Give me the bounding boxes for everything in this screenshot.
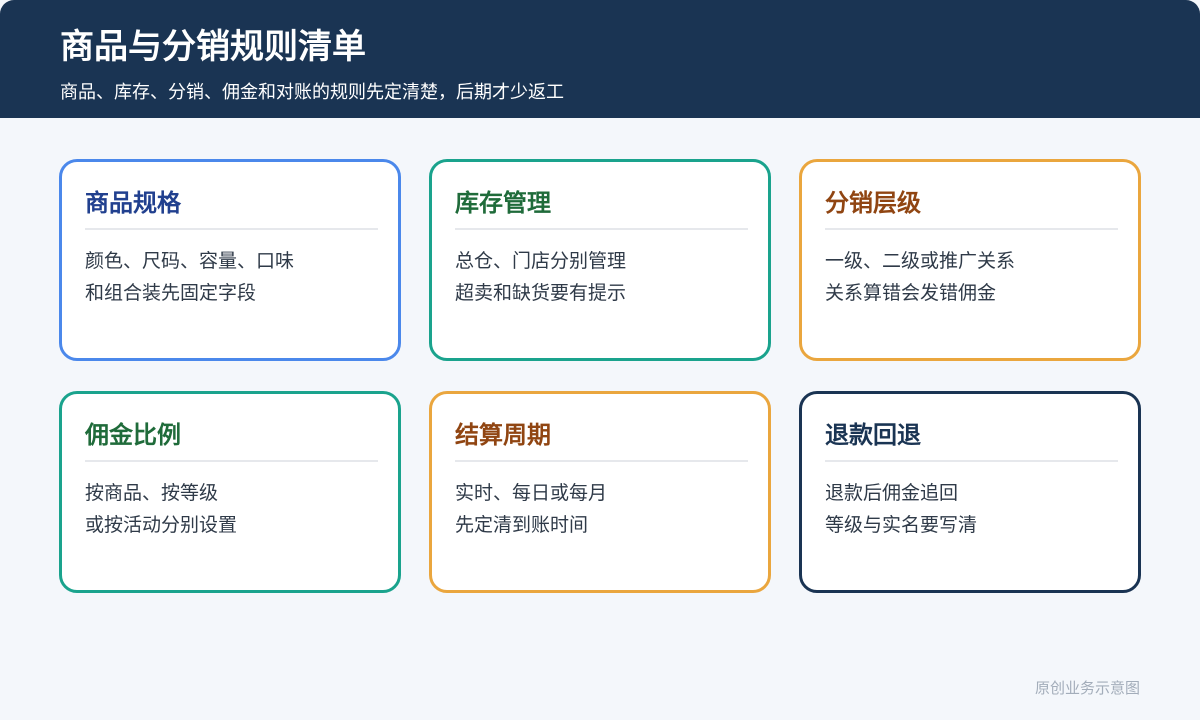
card-divider: [455, 460, 748, 462]
card-description-line: 退款后佣金追回: [825, 482, 959, 504]
rule-card-grid: 商品规格 颜色、尺码、容量、口味 和组合装先固定字段 库存管理 总仓、门店分别管…: [59, 159, 1141, 593]
card-divider: [455, 228, 748, 230]
card-distribution-levels: 分销层级 一级、二级或推广关系 关系算错会发错佣金: [799, 159, 1141, 361]
header-banner: 商品与分销规则清单 商品、库存、分销、佣金和对账的规则先定清楚，后期才少返工: [0, 0, 1200, 118]
page-subtitle: 商品、库存、分销、佣金和对账的规则先定清楚，后期才少返工: [60, 82, 564, 103]
card-description-line: 和组合装先固定字段: [85, 282, 257, 304]
card-divider: [825, 228, 1118, 230]
card-description-line: 关系算错会发错佣金: [825, 282, 997, 304]
card-description-line: 先定清到账时间: [455, 514, 589, 536]
card-title: 商品规格: [85, 189, 181, 217]
card-divider: [85, 460, 378, 462]
card-description-line: 实时、每日或每月: [455, 482, 608, 504]
card-title: 退款回退: [825, 421, 921, 449]
card-settlement-cycle: 结算周期 实时、每日或每月 先定清到账时间: [429, 391, 771, 593]
card-commission-rate: 佣金比例 按商品、按等级 或按活动分别设置: [59, 391, 401, 593]
card-product-spec: 商品规格 颜色、尺码、容量、口味 和组合装先固定字段: [59, 159, 401, 361]
footer-note: 原创业务示意图: [1034, 679, 1140, 697]
page-title: 商品与分销规则清单: [60, 27, 366, 67]
card-title: 分销层级: [825, 189, 921, 217]
card-title: 结算周期: [455, 421, 551, 449]
card-description-line: 等级与实名要写清: [825, 514, 978, 536]
card-description-line: 总仓、门店分别管理: [455, 250, 627, 272]
card-inventory-management: 库存管理 总仓、门店分别管理 超卖和缺货要有提示: [429, 159, 771, 361]
card-description-line: 超卖和缺货要有提示: [455, 282, 627, 304]
card-divider: [85, 228, 378, 230]
card-refund-rollback: 退款回退 退款后佣金追回 等级与实名要写清: [799, 391, 1141, 593]
card-description-line: 颜色、尺码、容量、口味: [85, 250, 295, 272]
card-description-line: 或按活动分别设置: [85, 514, 238, 536]
card-title: 佣金比例: [85, 421, 181, 449]
card-title: 库存管理: [455, 189, 551, 217]
card-divider: [825, 460, 1118, 462]
card-description-line: 一级、二级或推广关系: [825, 250, 1016, 272]
page: 商品与分销规则清单 商品、库存、分销、佣金和对账的规则先定清楚，后期才少返工 商…: [0, 0, 1200, 720]
card-description-line: 按商品、按等级: [85, 482, 219, 504]
